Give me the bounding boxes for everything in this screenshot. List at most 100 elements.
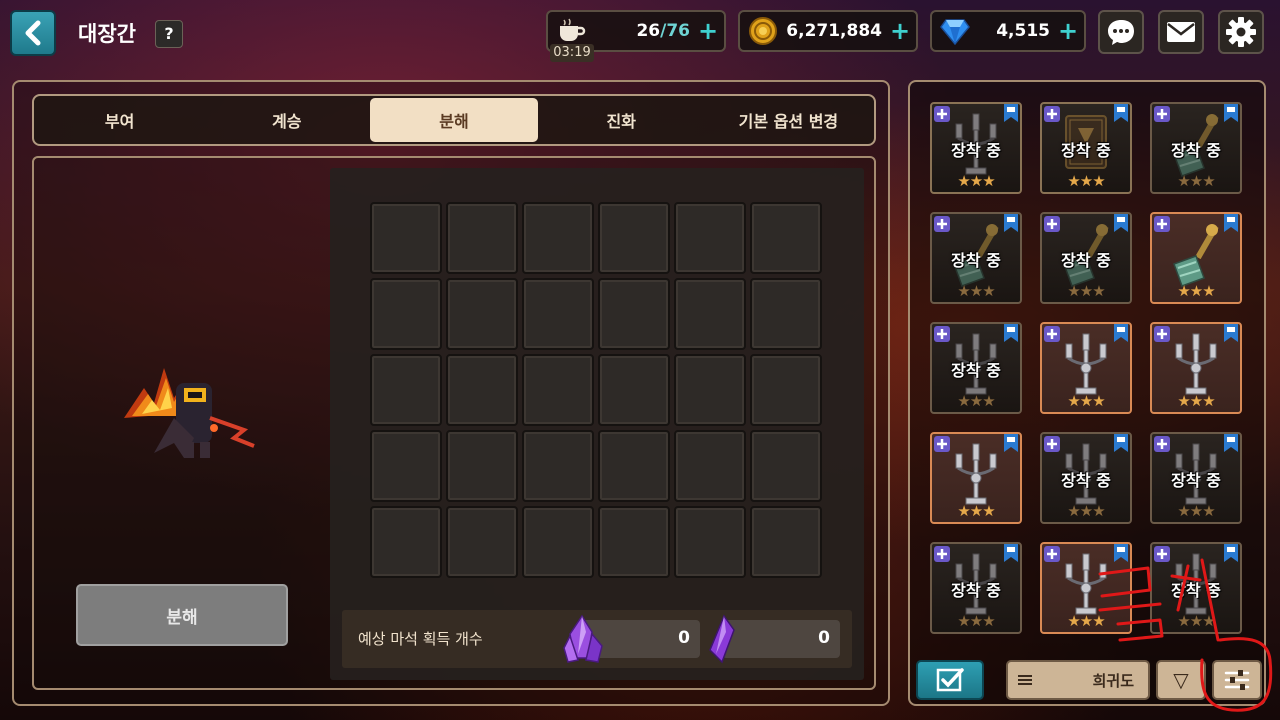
sort-dropdown[interactable]: 희귀도 [1006, 660, 1150, 700]
menu-lines-icon [1018, 675, 1032, 685]
purple-stone-count: 0 [678, 628, 690, 648]
help-button[interactable]: ? [155, 20, 183, 48]
empty-slot[interactable] [598, 202, 670, 274]
star-rating: ★★★ [1177, 172, 1215, 190]
back-button[interactable] [10, 10, 56, 56]
equipped-label: 장착 중 [951, 141, 1001, 160]
equipped-label: 장착 중 [1061, 141, 1111, 160]
chat-bubble-icon [1108, 20, 1134, 45]
bookmark-icon [1114, 214, 1128, 236]
star-rating: ★★★ [957, 502, 995, 520]
inventory-item[interactable]: 장착 중 ★★★ [1150, 542, 1242, 634]
expected-stone-label: 예상 마석 획득 개수 [358, 630, 483, 648]
decompose-button[interactable]: 분해 [76, 584, 288, 646]
empty-slot[interactable] [750, 506, 822, 578]
empty-slot[interactable] [370, 202, 442, 274]
chat-button[interactable] [1098, 10, 1144, 54]
select-all-button[interactable] [916, 660, 984, 700]
bookmark-icon [1114, 434, 1128, 456]
tab-change-base-option[interactable]: 기본 옵션 변경 [705, 98, 872, 142]
empty-slot[interactable] [674, 506, 746, 578]
inventory-item[interactable]: 장착 중 ★★★ [1150, 432, 1242, 524]
inventory-item[interactable]: ★★★ [1040, 542, 1132, 634]
inventory-panel: 장착 중 ★★★ 장착 중 ★★★ 장착 중 ★★★ 장착 중 ★★★ 장착 중 ★★★ ★★★ 장착… [908, 80, 1266, 706]
inventory-item[interactable]: 장착 중 ★★★ [1040, 102, 1132, 194]
empty-slot[interactable] [674, 354, 746, 426]
coffee-cup-icon [554, 14, 588, 48]
empty-slot[interactable] [598, 278, 670, 350]
inventory-item[interactable]: 장착 중 ★★★ [930, 542, 1022, 634]
star-rating: ★★★ [1177, 502, 1215, 520]
bookmark-icon [1004, 434, 1018, 456]
star-rating: ★★★ [957, 282, 995, 300]
gear-icon [1226, 17, 1256, 47]
bookmark-icon [1224, 104, 1238, 126]
empty-slot[interactable] [598, 506, 670, 578]
star-rating: ★★★ [1067, 612, 1105, 630]
empty-slot[interactable] [750, 278, 822, 350]
stamina-timer: 03:19 [550, 44, 594, 62]
empty-slot[interactable] [522, 354, 594, 426]
add-stamina-button[interactable]: + [696, 17, 720, 45]
inventory-item[interactable]: 장착 중 ★★★ [930, 322, 1022, 414]
star-rating: ★★★ [957, 392, 995, 410]
empty-slot[interactable] [750, 354, 822, 426]
inventory-item[interactable]: 장착 중 ★★★ [1150, 102, 1242, 194]
star-rating: ★★★ [1177, 392, 1215, 410]
empty-slot[interactable] [750, 202, 822, 274]
empty-slot[interactable] [674, 430, 746, 502]
empty-slot[interactable] [446, 202, 518, 274]
empty-slot[interactable] [370, 430, 442, 502]
tab-enchant[interactable]: 부여 [36, 98, 203, 142]
empty-slot[interactable] [674, 278, 746, 350]
empty-slot[interactable] [446, 354, 518, 426]
empty-slot[interactable] [370, 506, 442, 578]
mail-button[interactable] [1158, 10, 1204, 54]
star-rating: ★★★ [1177, 612, 1215, 630]
empty-slot[interactable] [522, 278, 594, 350]
forge-panel: 부여 계승 분해 진화 기본 옵션 변경 분해 예상 마석 획득 개수 0 0 [12, 80, 890, 706]
tab-inherit[interactable]: 계승 [203, 98, 370, 142]
empty-slot[interactable] [446, 506, 518, 578]
filter-button[interactable] [1212, 660, 1262, 700]
envelope-icon [1167, 22, 1195, 42]
add-gold-button[interactable]: + [888, 17, 912, 45]
equipped-label: 장착 중 [1171, 581, 1221, 600]
inventory-item[interactable]: 장착 중 ★★★ [930, 212, 1022, 304]
inventory-item[interactable]: 장착 중 ★★★ [1040, 212, 1132, 304]
equipped-label: 장착 중 [951, 581, 1001, 600]
star-rating: ★★★ [1067, 502, 1105, 520]
inventory-item[interactable]: ★★★ [930, 432, 1022, 524]
inventory-item[interactable]: ★★★ [1040, 322, 1132, 414]
inventory-item[interactable]: 장착 중 ★★★ [930, 102, 1022, 194]
empty-slot[interactable] [522, 506, 594, 578]
empty-slot[interactable] [522, 202, 594, 274]
empty-slot[interactable] [446, 278, 518, 350]
empty-slot[interactable] [446, 430, 518, 502]
empty-slot[interactable] [370, 354, 442, 426]
sort-order-button[interactable]: ▽ [1156, 660, 1206, 700]
tab-decompose[interactable]: 분해 [370, 98, 538, 142]
gold-counter: 6,271,884 + [738, 10, 918, 52]
bookmark-icon [1004, 324, 1018, 346]
gold-coin-icon [746, 14, 780, 48]
stamina-current: 26 [636, 21, 661, 41]
inventory-item[interactable]: 장착 중 ★★★ [1040, 432, 1132, 524]
add-gem-button[interactable]: + [1056, 17, 1080, 45]
page-title: 대장간 [78, 22, 136, 46]
empty-slot[interactable] [598, 430, 670, 502]
bookmark-icon [1224, 434, 1238, 456]
gold-value: 6,271,884 [786, 21, 882, 41]
bookmark-icon [1114, 104, 1128, 126]
inventory-item[interactable]: ★★★ [1150, 322, 1242, 414]
empty-slot[interactable] [674, 202, 746, 274]
inventory-item[interactable]: ★★★ [1150, 212, 1242, 304]
empty-slot[interactable] [370, 278, 442, 350]
empty-slot[interactable] [522, 430, 594, 502]
bookmark-icon [1004, 544, 1018, 566]
empty-slot[interactable] [750, 430, 822, 502]
settings-button[interactable] [1218, 10, 1264, 54]
tab-evolve[interactable]: 진화 [538, 98, 705, 142]
star-rating: ★★★ [957, 612, 995, 630]
empty-slot[interactable] [598, 354, 670, 426]
